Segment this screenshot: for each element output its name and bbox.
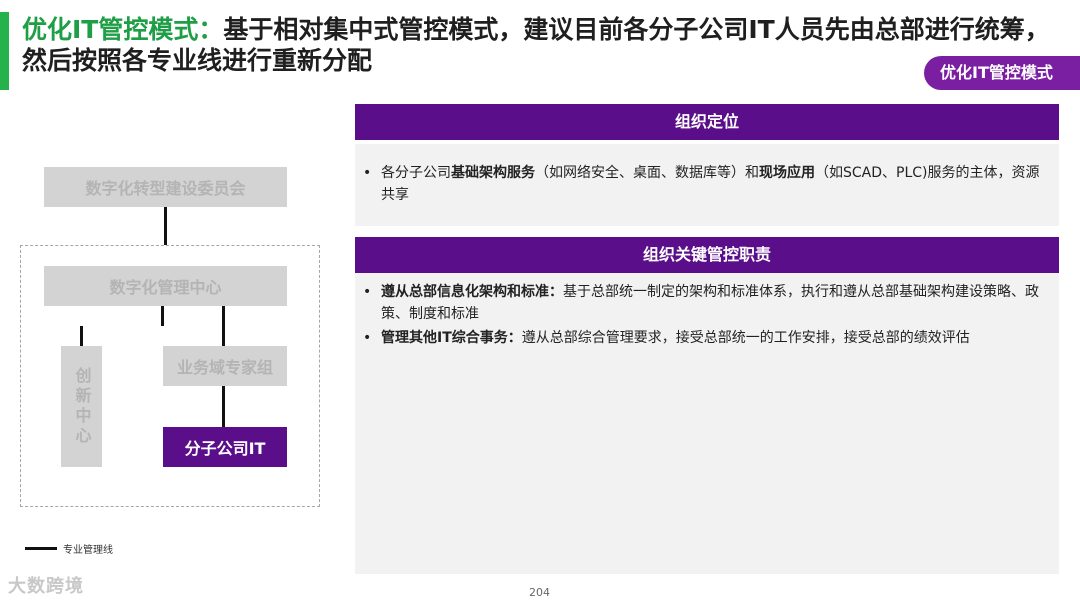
positioning-body: • 各分子公司基础架构服务（如网络安全、桌面、数据库等）和现场应用（如SCAD、…: [355, 144, 1059, 226]
org-box-innovation: 创新中心: [61, 346, 102, 467]
title-accent-bar: [0, 12, 9, 90]
legend-line: [25, 547, 57, 550]
bullet-dot: •: [363, 330, 372, 346]
positioning-bullet: • 各分子公司基础架构服务（如网络安全、桌面、数据库等）和现场应用（如SCAD、…: [355, 162, 1059, 206]
responsibility-title: 管理其他IT综合事务：: [381, 330, 522, 346]
connector-committee-center: [164, 207, 167, 245]
positioning-bold-1: 基础架构服务: [451, 165, 535, 181]
responsibility-text: 遵从总部综合管理要求，接受总部统一的工作安排，接受总部的绩效评估: [521, 330, 970, 346]
page-title: 优化IT管控模式：基于相对集中式管控模式，建议目前各分子公司IT人员先由总部进行…: [22, 14, 1062, 76]
org-box-subsidiary-it: 分子公司IT: [163, 427, 287, 467]
responsibilities-body: • 遵从总部信息化架构和标准：基于总部统一制定的架构和标准体系，执行和遵从总部基…: [355, 273, 1059, 574]
title-highlight: 优化IT管控模式：: [22, 15, 224, 44]
responsibility-item: • 管理其他IT综合事务：遵从总部综合管理要求，接受总部统一的工作安排，接受总部…: [355, 327, 1059, 349]
bullet-dot: •: [363, 165, 372, 181]
responsibilities-header: 组织关键管控职责: [355, 237, 1059, 273]
positioning-text-2: （如网络安全、桌面、数据库等）和: [535, 165, 759, 181]
connector-center-subline: [222, 306, 225, 346]
section-tag: 优化IT管控模式: [924, 56, 1080, 90]
org-box-expert-group: 业务域专家组: [163, 346, 287, 386]
org-box-center: 数字化管理中心: [44, 266, 287, 306]
bullet-dot: •: [363, 284, 372, 300]
responsibility-item: • 遵从总部信息化架构和标准：基于总部统一制定的架构和标准体系，执行和遵从总部基…: [355, 281, 1059, 325]
positioning-header: 组织定位: [355, 104, 1059, 140]
connector-innovation: [80, 326, 83, 346]
positioning-text-1: 各分子公司: [381, 165, 451, 181]
page-number: 204: [529, 586, 550, 599]
connector-expert-group: [161, 306, 164, 326]
org-box-committee: 数字化转型建设委员会: [44, 167, 287, 207]
legend-label: 专业管理线: [63, 545, 113, 556]
connector-expert-subsidiary: [222, 386, 225, 427]
responsibility-title: 遵从总部信息化架构和标准：: [381, 284, 563, 300]
positioning-bold-2: 现场应用: [759, 165, 815, 181]
watermark-logo: 大数跨境: [8, 576, 84, 597]
